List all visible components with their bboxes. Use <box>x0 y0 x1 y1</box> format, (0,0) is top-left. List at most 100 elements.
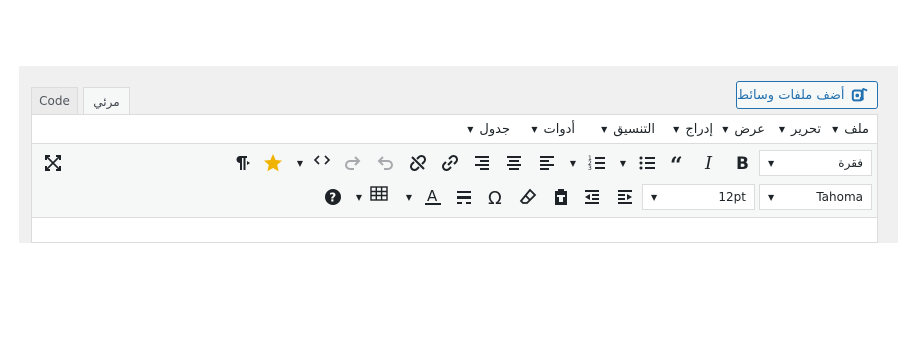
menu-format[interactable]: التنسيق ▼ <box>601 115 655 144</box>
horizontal-line-icon <box>457 191 471 204</box>
svg-text:A: A <box>427 187 438 205</box>
svg-text:I: I <box>704 153 713 173</box>
special-character-button[interactable]: Ω <box>483 184 509 210</box>
format-select[interactable]: فقرة ▼ <box>759 150 872 176</box>
menu-insert-label: إدراج <box>685 122 713 137</box>
format-select-value: فقرة <box>838 156 863 170</box>
align-center-button[interactable] <box>501 150 527 176</box>
help-button[interactable]: ? <box>320 184 346 210</box>
text-color-button[interactable]: A <box>420 184 446 210</box>
menubar: ملف ▼ تحرير ▼ عرض ▼ إدراج ▼ التنسيق ▼ أدوات ▼ … <box>32 115 877 144</box>
align-right-button[interactable] <box>469 150 495 176</box>
tab-code[interactable]: Code <box>31 87 78 115</box>
bullet-list-button[interactable] <box>634 150 660 176</box>
menu-view-label: عرض <box>734 122 765 137</box>
link-button[interactable] <box>437 150 463 176</box>
italic-button[interactable]: I <box>697 150 723 176</box>
code-icon <box>313 155 331 165</box>
undo-icon <box>377 156 393 170</box>
add-media-label: أضف ملفات وسائط <box>737 87 845 103</box>
paragraph-rtl-icon <box>236 156 250 170</box>
toolbar: فقرة ▼ B I “ ▼ ▼ 123 ▼ Tahoma ▼ 12pt ▼ Ω… <box>32 144 877 218</box>
chevron-down-icon: ▼ <box>832 125 839 134</box>
horizontal-line-button[interactable] <box>451 184 477 210</box>
undo-button[interactable] <box>372 150 398 176</box>
chevron-down-icon: ▼ <box>531 125 538 134</box>
menu-edit-label: تحرير <box>791 122 821 137</box>
media-icon <box>851 87 868 102</box>
font-family-value: Tahoma <box>816 190 863 204</box>
redo-button[interactable] <box>340 150 366 176</box>
star-icon <box>264 154 282 172</box>
unlink-button[interactable] <box>405 150 431 176</box>
menu-view[interactable]: عرض ▼ <box>722 115 765 144</box>
numbered-list-icon: 123 <box>588 155 605 172</box>
clear-formatting-button[interactable] <box>515 184 541 210</box>
font-size-select[interactable]: 12pt ▼ <box>642 184 755 210</box>
fullscreen-icon <box>45 155 61 171</box>
svg-text:?: ? <box>329 191 336 205</box>
table-button[interactable] <box>366 181 392 207</box>
paste-text-button[interactable] <box>548 184 574 210</box>
indent-button[interactable] <box>612 184 638 210</box>
special-character-icon: Ω <box>488 188 502 207</box>
chevron-down-icon: ▼ <box>467 125 474 134</box>
blockquote-icon: “ <box>670 153 683 173</box>
chevron-down-icon: ▼ <box>601 125 608 134</box>
chevron-down-icon: ▼ <box>778 125 786 134</box>
star-dropdown[interactable]: ▼ <box>295 150 305 176</box>
chevron-down-icon: ▼ <box>673 125 680 134</box>
table-dropdown[interactable]: ▼ <box>404 184 414 210</box>
svg-text:“: “ <box>670 153 683 173</box>
bold-icon: B <box>736 154 749 173</box>
bullet-list-icon <box>639 156 655 170</box>
chevron-down-icon: ▼ <box>651 192 658 202</box>
menu-edit[interactable]: تحرير ▼ <box>779 115 821 144</box>
link-icon <box>441 154 459 172</box>
paragraph-rtl-button[interactable] <box>228 150 254 176</box>
tab-visual[interactable]: مرئي <box>83 87 130 116</box>
help-icon: ? <box>325 189 341 205</box>
editor: ملف ▼ تحرير ▼ عرض ▼ إدراج ▼ التنسيق ▼ أدوات ▼ … <box>31 114 878 243</box>
svg-text:3: 3 <box>588 165 592 172</box>
indent-icon <box>618 190 632 204</box>
star-button[interactable] <box>260 150 286 176</box>
menu-tools[interactable]: أدوات ▼ <box>531 115 575 144</box>
bullet-list-dropdown[interactable]: ▼ <box>618 150 628 176</box>
outdent-button[interactable] <box>579 184 605 210</box>
clear-formatting-icon <box>519 188 537 204</box>
help-dropdown[interactable]: ▼ <box>354 184 364 210</box>
unlink-icon <box>409 154 427 172</box>
menu-file[interactable]: ملف ▼ <box>832 115 869 144</box>
align-left-button[interactable] <box>534 150 560 176</box>
align-left-icon <box>540 156 554 170</box>
chevron-down-icon: ▼ <box>768 158 775 168</box>
menu-table-label: جدول <box>479 122 510 137</box>
font-family-select[interactable]: Tahoma ▼ <box>759 184 872 210</box>
menu-file-label: ملف <box>844 122 869 137</box>
code-button[interactable] <box>309 147 335 173</box>
font-size-value: 12pt <box>718 190 746 204</box>
svg-text:B: B <box>736 154 749 173</box>
bold-button[interactable]: B <box>729 150 755 176</box>
chevron-down-icon: ▼ <box>768 192 775 202</box>
fullscreen-button[interactable] <box>40 150 66 176</box>
chevron-down-icon: ▼ <box>722 125 729 134</box>
menu-insert[interactable]: إدراج ▼ <box>673 115 713 144</box>
redo-icon <box>345 156 361 170</box>
align-center-icon <box>507 156 521 170</box>
table-icon <box>370 186 388 201</box>
text-color-icon: A <box>425 187 441 205</box>
italic-icon: I <box>704 153 713 173</box>
svg-text:Ω: Ω <box>488 188 502 207</box>
menu-format-label: التنسيق <box>613 122 655 137</box>
blockquote-button[interactable]: “ <box>666 150 692 176</box>
align-right-icon <box>475 156 489 170</box>
numbered-list-dropdown[interactable]: ▼ <box>568 150 578 176</box>
menu-tools-label: أدوات <box>543 122 575 137</box>
numbered-list-button[interactable]: 123 <box>584 150 610 176</box>
menu-table[interactable]: جدول ▼ <box>467 115 510 144</box>
add-media-button[interactable]: أضف ملفات وسائط <box>736 81 878 109</box>
outdent-icon <box>585 190 599 204</box>
paste-text-icon <box>555 189 567 205</box>
